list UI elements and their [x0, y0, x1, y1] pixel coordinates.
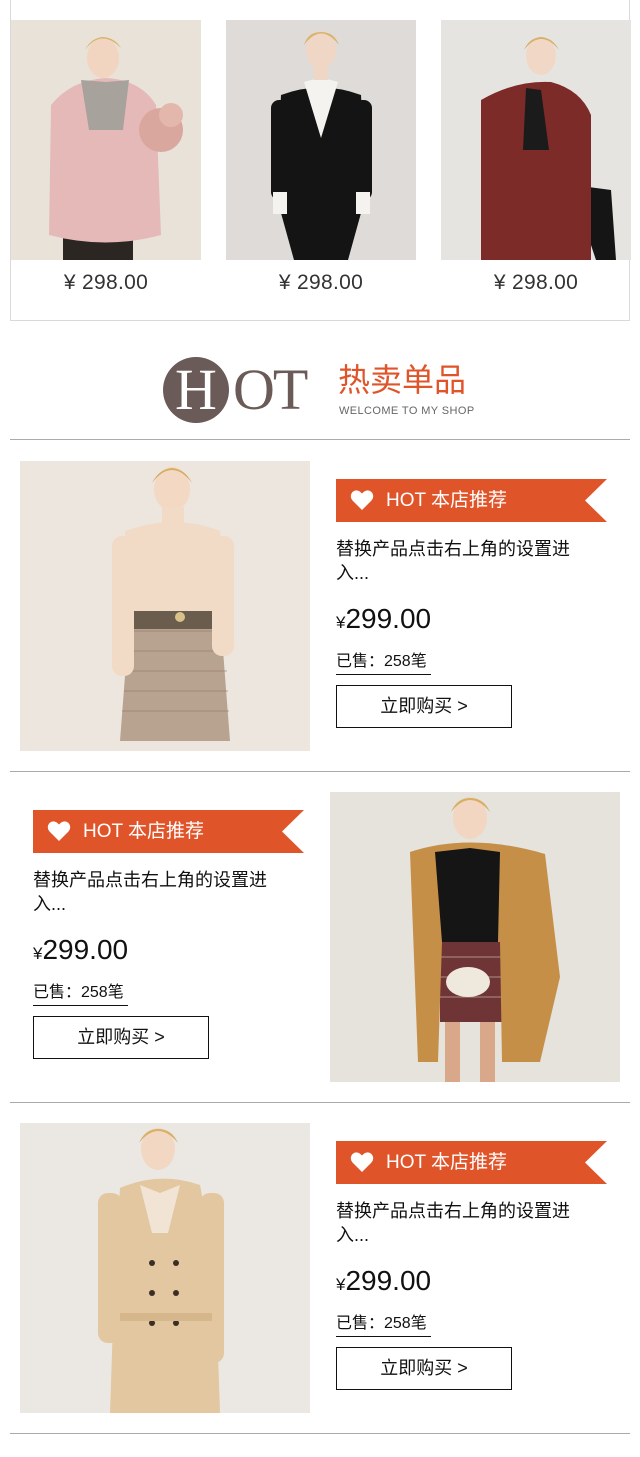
hot-recommend-ribbon: HOT 本店推荐: [336, 1141, 607, 1184]
hot-recommend-ribbon: HOT 本店推荐: [336, 479, 607, 522]
product-price: ¥299.00: [336, 603, 616, 635]
beige-trench-coat-photo[interactable]: [20, 1123, 310, 1413]
heart-icon: [350, 490, 374, 510]
product-price: ¥299.00: [33, 934, 313, 966]
product-price: ¥ 298.00: [63, 271, 149, 294]
top-product-grid: ¥ 298.00 ¥ 298.00 ¥ 298.00: [10, 0, 631, 321]
heart-icon: [47, 821, 71, 841]
section-subtitle: WELCOME TO MY SHOP: [339, 405, 475, 417]
hot-logo-letter: H: [175, 357, 217, 422]
camel-coat-photo[interactable]: [330, 792, 620, 1082]
buy-now-button[interactable]: 立即购买 >: [336, 1347, 512, 1390]
featured-info: HOT 本店推荐 替换产品点击右上角的设置进入... ¥299.00 已售：25…: [336, 479, 616, 728]
divider: [10, 1102, 630, 1103]
sweater-skirt-photo[interactable]: [20, 461, 310, 751]
product-description: 替换产品点击右上角的设置进入...: [336, 539, 570, 583]
sold-count: 已售：258笔: [336, 1309, 431, 1337]
sold-count: 已售：258笔: [33, 978, 128, 1006]
black-dress-photo[interactable]: [226, 20, 416, 260]
product-price: ¥299.00: [336, 1265, 616, 1297]
buy-now-button[interactable]: 立即购买 >: [336, 685, 512, 728]
product-description: 替换产品点击右上角的设置进入...: [33, 870, 267, 914]
product-card[interactable]: ¥ 298.00: [11, 20, 201, 295]
hot-recommend-ribbon: HOT 本店推荐: [33, 810, 304, 853]
divider: [10, 439, 630, 440]
featured-info: HOT 本店推荐 替换产品点击右上角的设置进入... ¥299.00 已售：25…: [336, 1141, 616, 1390]
featured-info: HOT 本店推荐 替换产品点击右上角的设置进入... ¥299.00 已售：25…: [33, 810, 313, 1059]
red-coat-photo[interactable]: [441, 20, 631, 260]
product-price: ¥ 298.00: [493, 271, 579, 294]
ribbon-label: HOT 本店推荐: [386, 490, 508, 511]
price-value: 299.00: [42, 934, 129, 965]
buy-now-button[interactable]: 立即购买 >: [33, 1016, 209, 1059]
section-title: 热卖单品: [338, 362, 467, 398]
heart-icon: [350, 1152, 374, 1172]
hot-logo-letters: OT: [233, 357, 308, 422]
price-value: 299.00: [345, 603, 432, 634]
product-price: ¥ 298.00: [278, 271, 364, 294]
price-value: 299.00: [345, 1265, 432, 1296]
product-card[interactable]: ¥ 298.00: [226, 20, 416, 295]
sold-count: 已售：258笔: [336, 647, 431, 675]
product-description: 替换产品点击右上角的设置进入...: [336, 1201, 570, 1245]
ribbon-label: HOT 本店推荐: [83, 821, 205, 842]
pink-down-jacket-photo[interactable]: [11, 20, 201, 260]
divider: [10, 1433, 630, 1434]
product-card[interactable]: ¥ 298.00: [441, 20, 631, 295]
ribbon-label: HOT 本店推荐: [386, 1152, 508, 1173]
divider: [10, 771, 630, 772]
hot-section-header: H OT 热卖单品 WELCOME TO MY SHOP: [0, 352, 640, 432]
